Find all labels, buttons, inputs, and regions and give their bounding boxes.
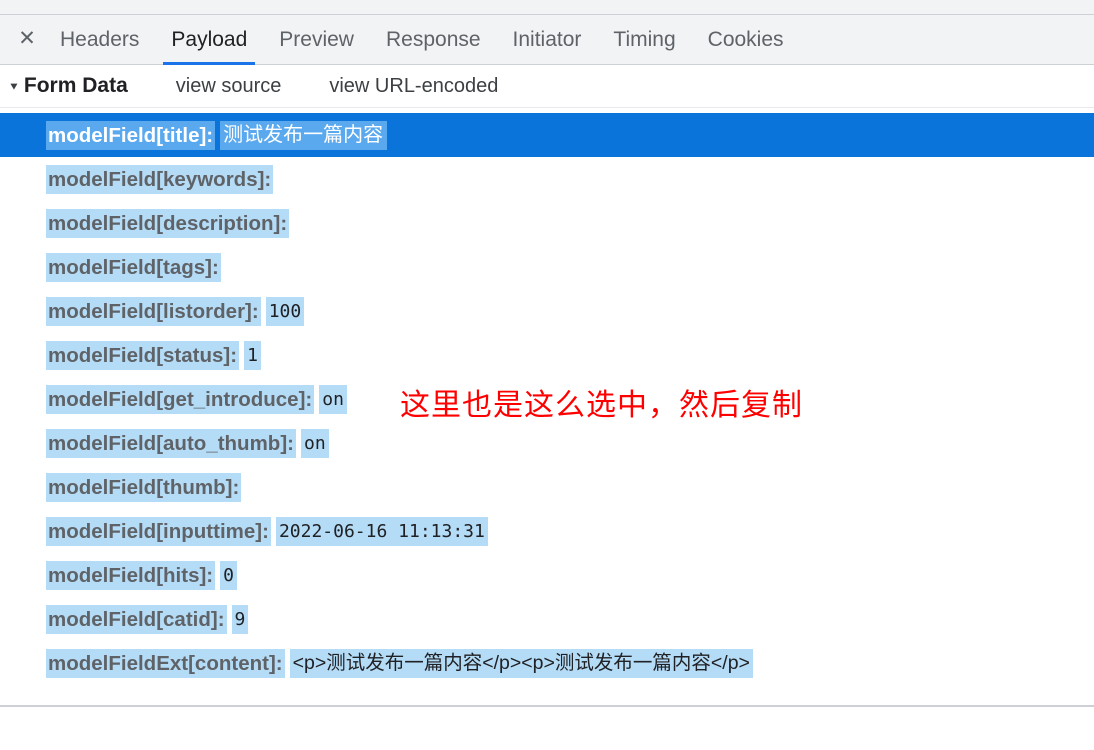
tab-list: Headers Payload Preview Response Initiator Ti… [44, 15, 800, 65]
form-data-value: <p>测试发布一篇内容</p><p>测试发布一篇内容</p> [289, 648, 753, 678]
view-source-link[interactable]: view source [176, 75, 282, 98]
form-data-row[interactable]: modelField[status]: 1 [0, 333, 1094, 377]
form-data-row[interactable]: modelField[tags]: [0, 245, 1094, 289]
form-data-row[interactable]: modelField[thumb]: [0, 465, 1094, 509]
panel-top-strip [0, 0, 1094, 15]
annotation-text: 这里也是这么选中，然后复制 [400, 389, 803, 422]
form-data-key: modelField[thumb]: [46, 472, 242, 502]
form-data-row[interactable]: modelField[title]: 测试发布一篇内容 [0, 113, 1094, 157]
form-data-list: modelField[title]: 测试发布一篇内容 modelField[key… [0, 108, 1094, 685]
form-data-value: 1 [244, 340, 261, 370]
tab-headers[interactable]: Headers [44, 15, 155, 64]
tab-initiator[interactable]: Initiator [497, 15, 598, 64]
tab-cookies[interactable]: Cookies [692, 15, 800, 64]
form-data-row[interactable]: modelField[description]: [0, 201, 1094, 245]
close-icon[interactable]: ✕ [10, 15, 44, 64]
form-data-key: modelField[description]: [46, 208, 290, 238]
form-data-key: modelField[catid]: [46, 604, 227, 634]
form-data-key: modelField[listorder]: [46, 296, 261, 326]
form-data-key: modelField[keywords]: [46, 164, 274, 194]
form-data-row[interactable]: modelField[catid]: 9 [0, 597, 1094, 641]
tab-payload[interactable]: Payload [155, 15, 263, 65]
tab-response[interactable]: Response [370, 15, 497, 64]
form-data-value: 100 [265, 296, 305, 326]
form-data-row[interactable]: modelField[keywords]: [0, 157, 1094, 201]
form-data-value: 9 [231, 604, 249, 634]
disclosure-triangle-icon[interactable]: ▼ [8, 80, 20, 92]
tab-timing[interactable]: Timing [597, 15, 691, 64]
tab-preview[interactable]: Preview [263, 15, 370, 64]
form-data-value: on [300, 428, 329, 458]
form-data-header: ▼ Form Data view source view URL-encoded [0, 65, 1094, 108]
form-data-key: modelField[status]: [46, 340, 240, 370]
form-data-row[interactable]: modelField[auto_thumb]: on [0, 421, 1094, 465]
form-data-key: modelField[get_introduce]: [46, 384, 315, 414]
form-data-value: 测试发布一篇内容 [220, 120, 388, 150]
form-data-value: 0 [220, 560, 237, 590]
form-data-key: modelField[hits]: [46, 560, 216, 590]
form-data-value: 2022-06-16 11:13:31 [275, 516, 488, 546]
form-data-row[interactable]: modelField[hits]: 0 [0, 553, 1094, 597]
bottom-divider [0, 705, 1094, 707]
form-data-key: modelField[title]: [46, 120, 216, 150]
form-data-key: modelField[auto_thumb]: [46, 428, 296, 458]
form-data-row[interactable]: modelField[inputtime]: 2022-06-16 11:13:3… [0, 509, 1094, 553]
form-data-key: modelField[tags]: [46, 252, 221, 282]
form-data-row[interactable]: modelFieldExt[content]: <p>测试发布一篇内容</p><p… [0, 641, 1094, 685]
view-url-encoded-link[interactable]: view URL-encoded [329, 75, 498, 98]
form-data-row[interactable]: modelField[listorder]: 100 [0, 289, 1094, 333]
devtools-tab-bar: ✕ Headers Payload Preview Response Initiator… [0, 15, 1094, 65]
form-data-value: on [319, 384, 347, 414]
form-data-key: modelFieldExt[content]: [46, 648, 285, 678]
form-data-title: Form Data [23, 74, 128, 97]
form-data-key: modelField[inputtime]: [46, 516, 271, 546]
